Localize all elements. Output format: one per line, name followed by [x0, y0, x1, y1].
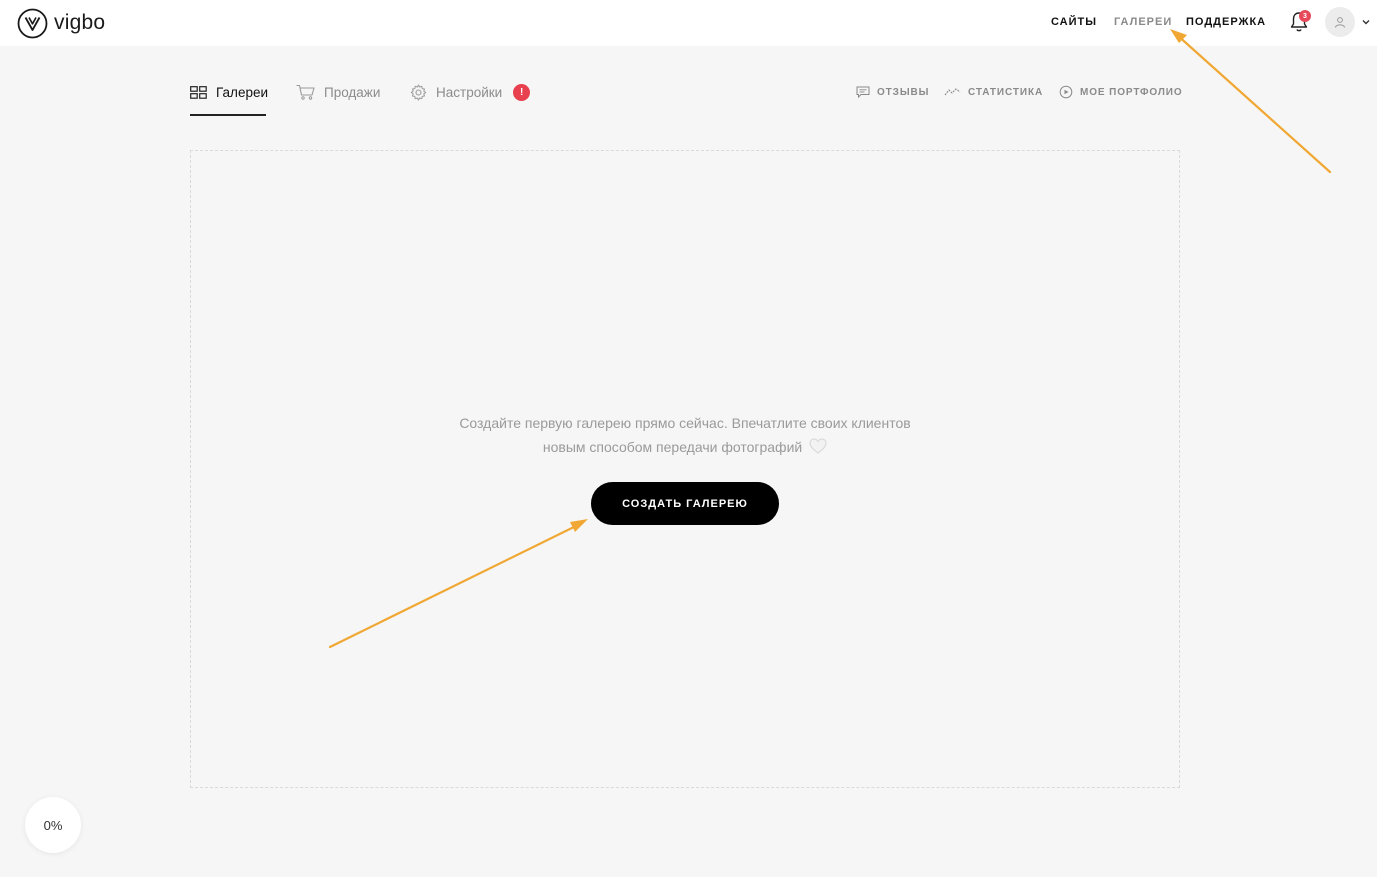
active-tab-underline — [190, 114, 266, 116]
top-bar: vigbo САЙТЫ ГАЛЕРЕИ ПОДДЕРЖКА 3 — [0, 0, 1377, 46]
comment-icon — [856, 86, 870, 98]
tab-galleries[interactable]: Галереи — [190, 80, 268, 104]
statistics-link[interactable]: СТАТИСТИКА — [944, 84, 1043, 100]
gear-icon — [410, 84, 427, 100]
white-heart-icon — [809, 438, 827, 454]
reviews-link[interactable]: ОТЗЫВЫ — [856, 84, 929, 100]
settings-alert-badge: ! — [513, 83, 531, 101]
empty-state-line-2: новым способом передачи фотографий — [542, 439, 803, 455]
topnav-support[interactable]: ПОДДЕРЖКА — [1186, 16, 1266, 28]
galleries-empty-panel — [190, 150, 1180, 788]
topnav-sites[interactable]: САЙТЫ — [1051, 16, 1097, 28]
reviews-label: ОТЗЫВЫ — [877, 86, 930, 98]
portfolio-label: МОЕ ПОРТФОЛИО — [1080, 86, 1183, 98]
tab-sales-label: Продажи — [324, 84, 381, 100]
empty-state-line-1: Создайте первую галерею прямо сейчас. Вп… — [459, 415, 911, 431]
notification-badge: 3 — [1299, 10, 1311, 22]
empty-state-text: Создайте первую галерею прямо сейчас. Вп… — [190, 411, 1180, 459]
tab-sales[interactable]: Продажи — [296, 80, 380, 104]
user-icon — [1335, 17, 1345, 28]
brand-name: vigbo — [54, 11, 106, 34]
empty-state-line-2-wrap: новым способом передачи фотографий — [190, 435, 1180, 459]
topnav-galleries[interactable]: ГАЛЕРЕИ — [1114, 16, 1172, 28]
grid-icon — [190, 85, 207, 99]
logo[interactable]: vigbo — [17, 7, 105, 39]
eye-icon — [1059, 85, 1073, 99]
tab-settings[interactable]: Настройки ! — [410, 80, 531, 104]
progress-indicator[interactable]: 0% — [25, 797, 81, 853]
vigbo-logo-icon — [17, 8, 48, 38]
chart-line-icon — [944, 88, 961, 96]
create-gallery-button[interactable]: СОЗДАТЬ ГАЛЕРЕЮ — [591, 482, 779, 525]
cart-icon — [296, 84, 315, 100]
statistics-label: СТАТИСТИКА — [968, 86, 1044, 98]
chevron-down-icon[interactable] — [1361, 17, 1371, 27]
tab-galleries-label: Галереи — [216, 84, 269, 100]
arrow-to-galleries-nav — [1170, 29, 1332, 174]
avatar[interactable] — [1325, 7, 1355, 37]
portfolio-link[interactable]: МОЕ ПОРТФОЛИО — [1059, 84, 1183, 100]
progress-label: 0% — [43, 817, 63, 833]
tab-settings-label: Настройки — [436, 84, 503, 100]
